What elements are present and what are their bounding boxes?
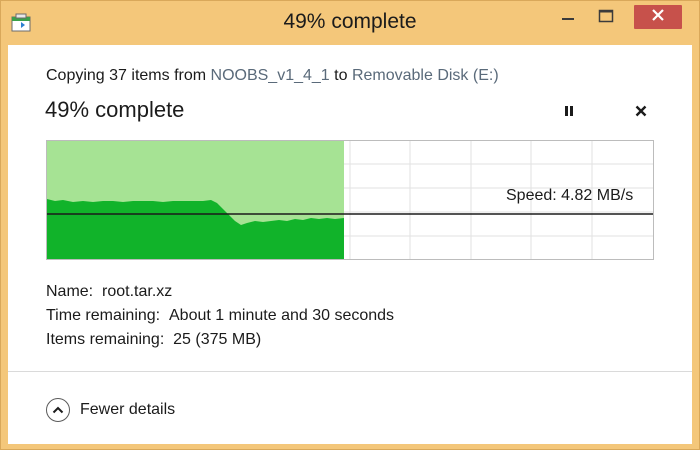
pause-button[interactable]	[559, 103, 579, 123]
items-remaining-value: 25 (375 MB)	[173, 331, 262, 348]
maximize-button[interactable]	[589, 7, 623, 29]
minimize-icon	[561, 9, 575, 28]
maximize-icon	[598, 9, 614, 28]
copy-middle-text: to	[329, 67, 352, 84]
source-folder-link[interactable]: NOOBS_v1_4_1	[211, 67, 330, 84]
copy-dialog-window: 49% complete Copying 37 items from NOOBS…	[0, 0, 700, 450]
close-icon	[651, 8, 665, 27]
minimize-button[interactable]	[551, 7, 585, 29]
name-value: root.tar.xz	[102, 283, 173, 300]
name-label: Name:	[46, 283, 94, 300]
dialog-footer: Fewer details	[8, 371, 692, 444]
copy-progress-panel: Copying 37 items from NOOBS_v1_4_1 to Re…	[8, 45, 692, 371]
detail-time-remaining: Time remaining: About 1 minute and 30 se…	[46, 307, 394, 325]
file-copy-icon	[11, 13, 33, 33]
items-remaining-label: Items remaining:	[46, 331, 165, 348]
cancel-icon	[634, 104, 648, 123]
time-remaining-label: Time remaining:	[46, 307, 161, 324]
transfer-speed-graph: Speed: 4.82 MB/s	[46, 140, 654, 260]
pause-icon	[562, 104, 576, 123]
detail-items-remaining: Items remaining: 25 (375 MB)	[46, 331, 261, 349]
detail-name: Name: root.tar.xz	[46, 283, 172, 301]
fewer-details-label: Fewer details	[80, 401, 176, 418]
copy-summary: Copying 37 items from NOOBS_v1_4_1 to Re…	[46, 67, 499, 85]
close-button[interactable]	[634, 5, 682, 29]
cancel-button[interactable]	[631, 103, 651, 123]
fewer-details-button[interactable]: Fewer details	[46, 398, 175, 422]
time-remaining-value: About 1 minute and 30 seconds	[169, 307, 395, 324]
title-bar[interactable]: 49% complete	[1, 1, 699, 45]
copy-prefix-text: Copying 37 items from	[46, 67, 211, 84]
speed-label: Speed: 4.82 MB/s	[506, 187, 634, 204]
destination-link[interactable]: Removable Disk (E:)	[352, 67, 499, 84]
progress-title: 49% complete	[45, 97, 185, 122]
chevron-up-icon	[46, 398, 70, 422]
